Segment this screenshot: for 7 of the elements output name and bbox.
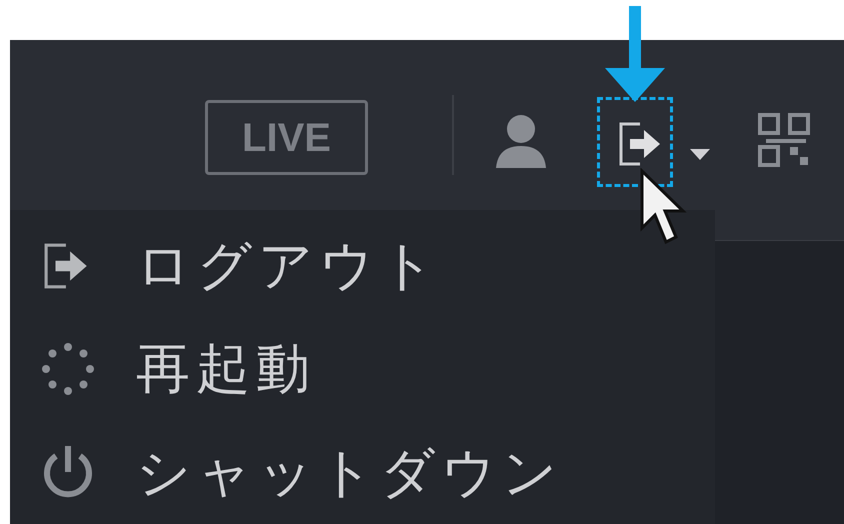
menu-item[interactable]: 再起動 xyxy=(136,328,316,410)
menu-item[interactable]: ログアウト xyxy=(136,225,441,306)
caret-icon[interactable] xyxy=(690,149,710,161)
qr-code-icon[interactable] xyxy=(758,113,810,169)
menu-item[interactable]: シャットダウン xyxy=(136,432,563,513)
user-icon[interactable] xyxy=(494,112,548,168)
spinner-icon xyxy=(41,342,95,396)
